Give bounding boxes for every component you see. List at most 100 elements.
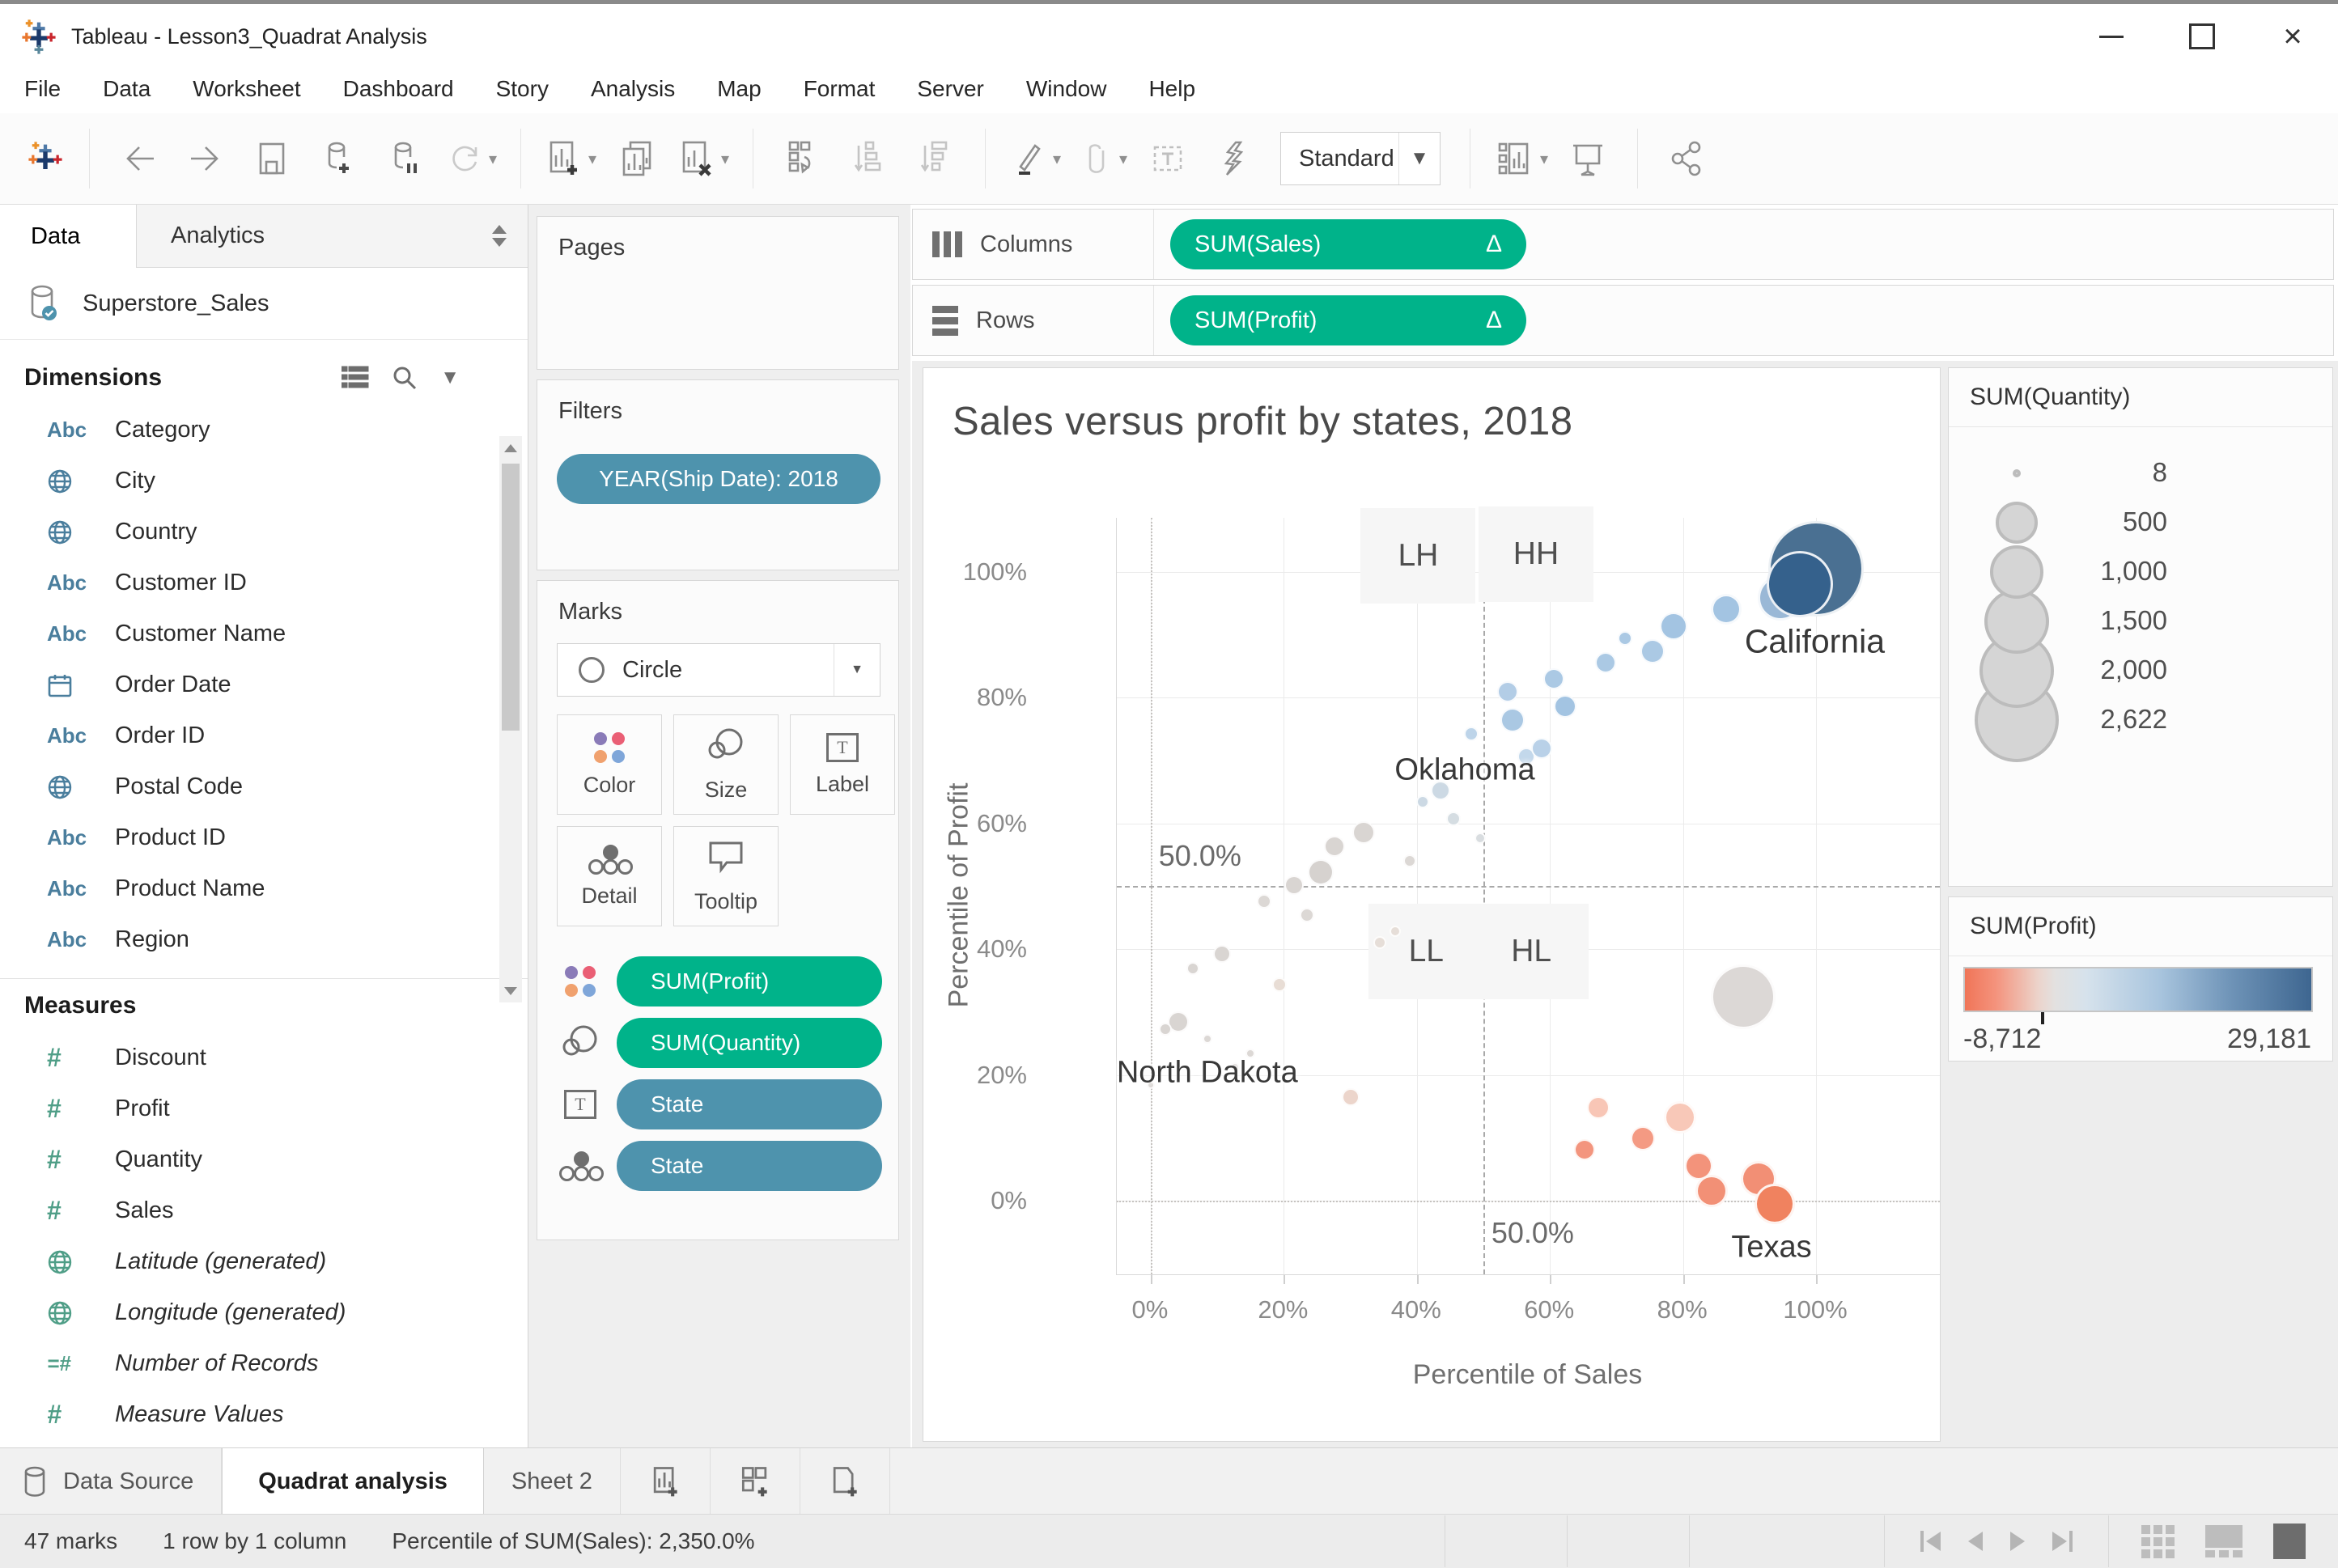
state-bubble[interactable] [1342,1088,1360,1106]
state-bubble[interactable] [1497,681,1518,702]
state-bubble[interactable] [1324,836,1345,857]
sort-descending-icon[interactable] [902,124,969,193]
show-sheet-icon[interactable] [2205,1525,2243,1557]
state-bubble[interactable] [1543,668,1564,689]
show-mark-labels-icon[interactable] [1135,124,1201,193]
dimension-customer-name[interactable]: AbcCustomer Name [0,608,528,659]
state-bubble[interactable] [1213,945,1231,963]
clear-sheet-icon[interactable]: ▾ [670,124,736,193]
nav-first-icon[interactable] [1920,1531,1941,1552]
state-bubble[interactable] [1595,652,1616,673]
state-bubble[interactable] [1574,1139,1595,1160]
save-icon[interactable] [239,124,305,193]
measure-latitude-generated[interactable]: Latitude (generated) [0,1236,528,1287]
menu-item-format[interactable]: Format [783,76,897,102]
dimension-postal-code[interactable]: Postal Code [0,761,528,812]
dimension-order-id[interactable]: AbcOrder ID [0,710,528,761]
nav-next-icon[interactable] [2010,1532,2025,1551]
pane-sort-icon[interactable] [492,225,507,247]
dimension-region[interactable]: AbcRegion [0,914,528,965]
menu-item-dashboard[interactable]: Dashboard [322,76,475,102]
columns-pill-sum-sales[interactable]: SUM(Sales)Δ [1170,219,1526,269]
tab-data[interactable]: Data [0,205,136,268]
marks-pill-sum-quantity-1[interactable]: SUM(Quantity) [617,1018,882,1068]
mark-type-caret-icon[interactable]: ▼ [834,644,880,696]
dimension-order-date[interactable]: Order Date [0,659,528,710]
marks-label-button[interactable]: TLabel [790,714,895,815]
state-bubble[interactable] [1390,926,1401,937]
dimension-product-name[interactable]: AbcProduct Name [0,863,528,914]
state-bubble[interactable] [1664,1101,1696,1134]
dimension-customer-id[interactable]: AbcCustomer ID [0,557,528,608]
dimension-country[interactable]: Country [0,506,528,557]
new-worksheet-tab-icon[interactable] [621,1448,711,1515]
measure-number-of-records[interactable]: =#Number of Records [0,1338,528,1389]
state-bubble[interactable] [1695,1175,1728,1207]
pages-shelf[interactable]: Pages [537,216,899,370]
marks-pill-sum-profit-0[interactable]: SUM(Profit) [617,956,882,1006]
new-dashboard-tab-icon[interactable] [711,1448,800,1515]
menu-item-data[interactable]: Data [82,76,172,102]
state-bubble[interactable] [1352,821,1375,844]
filters-shelf[interactable]: Filters YEAR(Ship Date): 2018 [537,379,899,570]
dimension-product-id[interactable]: AbcProduct ID [0,812,528,863]
sheet-tab-sheet-2[interactable]: Sheet 2 [484,1448,621,1515]
dimension-city[interactable]: City [0,456,528,506]
state-bubble[interactable] [1618,631,1632,646]
state-bubble[interactable] [1186,962,1199,975]
state-bubble[interactable] [1587,1096,1610,1119]
state-bubble[interactable] [1159,1023,1172,1036]
rows-shelf[interactable]: Rows SUM(Profit)Δ [912,285,2334,356]
marks-size-button[interactable]: Size [673,714,779,815]
show-hide-cards-icon[interactable]: ▾ [1487,124,1555,193]
measure-quantity[interactable]: #Quantity [0,1134,528,1185]
undo-icon[interactable] [106,124,172,193]
redo-icon[interactable] [172,124,239,193]
measure-discount[interactable]: #Discount [0,1032,528,1083]
state-bubble[interactable] [1300,908,1314,922]
state-bubble[interactable] [1284,875,1304,895]
columns-shelf[interactable]: Columns SUM(Sales)Δ [912,209,2334,280]
nav-last-icon[interactable] [2052,1531,2073,1552]
swap-axes-icon[interactable] [770,124,836,193]
sort-ascending-icon[interactable] [836,124,902,193]
state-bubble[interactable] [1711,964,1776,1029]
state-bubble[interactable] [1500,708,1525,732]
marks-tooltip-button[interactable]: Tooltip [673,826,779,926]
new-story-tab-icon[interactable] [800,1448,890,1515]
fit-selector-caret-icon[interactable]: ▼ [1398,133,1440,184]
measure-profit[interactable]: #Profit [0,1083,528,1134]
state-bubble[interactable] [1203,1034,1212,1044]
menu-item-worksheet[interactable]: Worksheet [172,76,321,102]
menu-item-story[interactable]: Story [475,76,570,102]
new-datasource-icon[interactable] [305,124,371,193]
state-bubble[interactable] [1272,977,1287,992]
marks-detail-button[interactable]: Detail [557,826,662,926]
format-paperclip-icon[interactable]: ▾ [1068,124,1135,193]
search-icon[interactable] [392,365,418,391]
fix-axes-icon[interactable] [1201,124,1267,193]
state-bubble[interactable] [1308,859,1334,885]
menu-item-file[interactable]: File [3,76,82,102]
state-bubble[interactable] [1755,1184,1795,1224]
sheet-tab-data-source[interactable]: Data Source [0,1448,222,1515]
measure-sales[interactable]: #Sales [0,1185,528,1236]
state-bubble[interactable] [1373,936,1386,949]
menu-item-window[interactable]: Window [1005,76,1128,102]
datasource-item[interactable]: Superstore_Sales [0,268,528,340]
show-grid-icon[interactable] [2141,1525,2175,1558]
dimensions-menu-caret-icon[interactable]: ▼ [440,367,460,389]
state-bubble[interactable] [1416,795,1429,808]
menu-item-server[interactable]: Server [896,76,1004,102]
minimize-button[interactable] [2066,6,2157,66]
show-filmstrip-icon[interactable] [2273,1524,2306,1559]
fit-selector[interactable]: Standard ▼ [1280,132,1441,185]
mark-type-dropdown[interactable]: Circle ▼ [557,643,880,697]
marks-color-button[interactable]: Color [557,714,662,815]
state-bubble[interactable] [1660,612,1687,640]
scatter-plot[interactable]: 50.0%50.0%LHHHLLHLCaliforniaOklahomaNort… [1116,518,1940,1275]
new-worksheet-icon[interactable]: ▾ [537,124,604,193]
scrollbar-thumb[interactable] [502,464,520,731]
filter-pill-year-ship-date[interactable]: YEAR(Ship Date): 2018 [557,454,880,504]
state-bubble[interactable] [1640,639,1665,663]
